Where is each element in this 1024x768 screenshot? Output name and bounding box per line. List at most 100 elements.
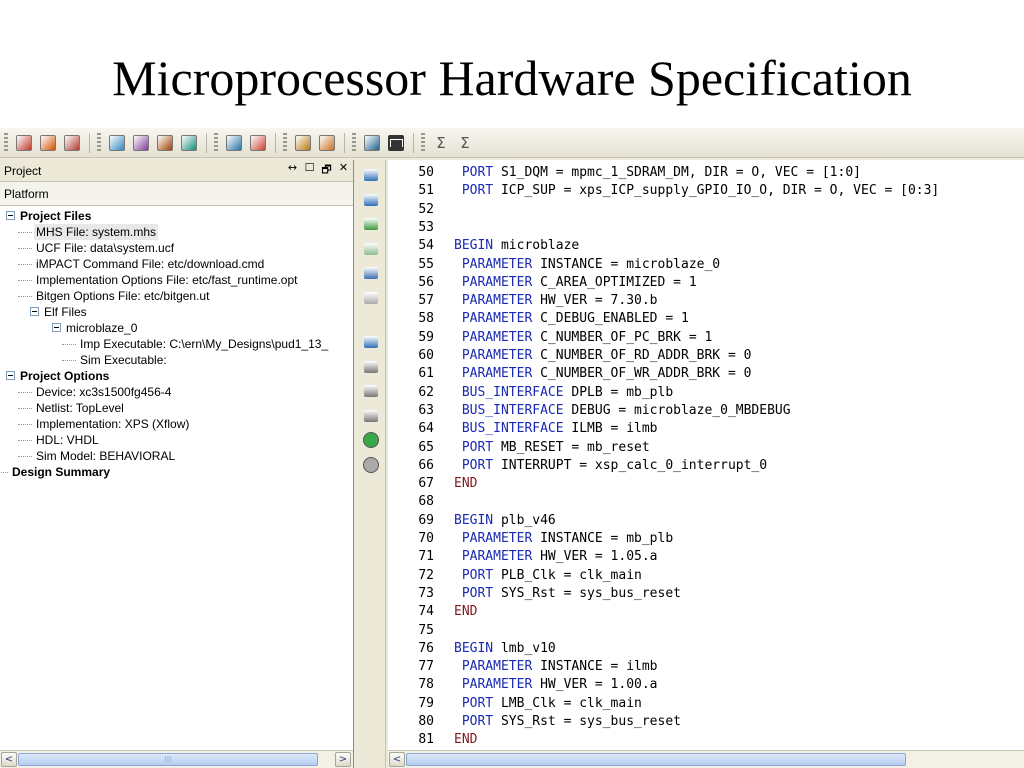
code-line[interactable]: 71 PARAMETER HW_VER = 1.05.a bbox=[388, 548, 1024, 566]
code-line[interactable]: 54 BEGIN microblaze bbox=[388, 237, 1024, 255]
toolbar-grip[interactable] bbox=[421, 132, 425, 153]
code-line[interactable]: 73 PORT SYS_Rst = sys_bus_reset bbox=[388, 585, 1024, 603]
uncomment-button[interactable] bbox=[362, 240, 380, 258]
code-editor[interactable]: 50 PORT S1_DQM = mpmc_1_SDRAM_DM, DIR = … bbox=[388, 160, 1024, 750]
sheet-button[interactable] bbox=[247, 132, 269, 154]
package-button[interactable] bbox=[292, 132, 314, 154]
tree-item[interactable]: Bitgen Options File: etc/bitgen.ut bbox=[0, 288, 353, 304]
collapse-icon[interactable] bbox=[6, 371, 15, 380]
tree-item[interactable]: Sim Executable: bbox=[0, 352, 353, 368]
back-arrow-button[interactable] bbox=[362, 431, 380, 449]
collapse-icon[interactable] bbox=[6, 211, 15, 220]
tree-item[interactable]: Imp Executable: C:\ern\My_Designs\pud1_1… bbox=[0, 336, 353, 352]
code-line[interactable]: 79 PORT LMB_Clk = clk_main bbox=[388, 695, 1024, 713]
tree-item[interactable]: iMPACT Command File: etc/download.cmd bbox=[0, 256, 353, 272]
bookmark-button[interactable] bbox=[362, 333, 380, 351]
toolbar-grip[interactable] bbox=[283, 132, 287, 153]
code-line[interactable]: 56 PARAMETER C_AREA_OPTIMIZED = 1 bbox=[388, 274, 1024, 292]
tool-2-button[interactable] bbox=[362, 382, 380, 400]
process-button[interactable] bbox=[178, 132, 200, 154]
diamond-button[interactable] bbox=[154, 132, 176, 154]
code-line[interactable]: 59 PARAMETER C_NUMBER_OF_PC_BRK = 1 bbox=[388, 329, 1024, 347]
indent-button[interactable] bbox=[362, 166, 380, 184]
collapse-icon[interactable] bbox=[30, 307, 39, 316]
code-line[interactable]: 66 PORT INTERRUPT = xsp_calc_0_interrupt… bbox=[388, 457, 1024, 475]
collapse-icon[interactable] bbox=[52, 323, 61, 332]
tree-item[interactable]: Sim Model: BEHAVIORAL bbox=[0, 448, 353, 464]
code-line[interactable]: 70 PARAMETER INSTANCE = mb_plb bbox=[388, 530, 1024, 548]
save-button[interactable] bbox=[61, 132, 83, 154]
close-panel-icon[interactable]: ✕ bbox=[338, 161, 349, 180]
code-line[interactable]: 77 PARAMETER INSTANCE = ilmb bbox=[388, 658, 1024, 676]
editor-scroll-left-button[interactable]: < bbox=[389, 752, 405, 767]
scroll-left-button[interactable]: < bbox=[1, 752, 17, 767]
package-2-button[interactable] bbox=[316, 132, 338, 154]
code-line[interactable]: 76 BEGIN lmb_v10 bbox=[388, 640, 1024, 658]
waveform-button[interactable] bbox=[385, 132, 407, 154]
toolbar-grip[interactable] bbox=[97, 132, 101, 153]
tree-item[interactable]: Implementation: XPS (Xflow) bbox=[0, 416, 353, 432]
tree-item[interactable]: microblaze_0 bbox=[0, 320, 353, 336]
code-line[interactable]: 72 PORT PLB_Clk = clk_main bbox=[388, 567, 1024, 585]
tool-1-button[interactable] bbox=[362, 358, 380, 376]
tool-3-button[interactable] bbox=[362, 407, 380, 425]
code-line[interactable]: 68 bbox=[388, 493, 1024, 511]
tree-item[interactable]: Project Files bbox=[0, 208, 353, 224]
editor-hscrollbar[interactable]: < bbox=[388, 750, 1024, 768]
sigma-button[interactable]: Σ bbox=[430, 132, 452, 154]
code-line[interactable]: 58 PARAMETER C_DEBUG_ENABLED = 1 bbox=[388, 310, 1024, 328]
network-icon bbox=[226, 134, 242, 151]
outdent-button[interactable] bbox=[362, 191, 380, 209]
code-line[interactable]: 50 PORT S1_DQM = mpmc_1_SDRAM_DM, DIR = … bbox=[388, 164, 1024, 182]
toolbar-grip[interactable] bbox=[214, 132, 218, 153]
check-sheet-button[interactable] bbox=[106, 132, 128, 154]
code-line[interactable]: 65 PORT MB_RESET = mb_reset bbox=[388, 439, 1024, 457]
tree-item[interactable]: Netlist: TopLevel bbox=[0, 400, 353, 416]
editor-scroll-thumb[interactable] bbox=[406, 753, 906, 766]
platform-tab[interactable]: Platform bbox=[0, 182, 353, 206]
sigma-2-button[interactable]: Σ bbox=[454, 132, 476, 154]
wrap-button[interactable] bbox=[362, 264, 380, 282]
code-line[interactable]: 57 PARAMETER HW_VER = 7.30.b bbox=[388, 292, 1024, 310]
code-line[interactable]: 62 BUS_INTERFACE DPLB = mb_plb bbox=[388, 384, 1024, 402]
code-line[interactable]: 80 PORT SYS_Rst = sys_bus_reset bbox=[388, 713, 1024, 731]
scroll-right-button[interactable]: > bbox=[335, 752, 351, 767]
gear-sheet-button[interactable] bbox=[130, 132, 152, 154]
code-line[interactable]: 78 PARAMETER HW_VER = 1.00.a bbox=[388, 676, 1024, 694]
code-line[interactable]: 74 END bbox=[388, 603, 1024, 621]
toolbar-grip[interactable] bbox=[4, 132, 8, 153]
schematic-button[interactable] bbox=[361, 132, 383, 154]
tree-item[interactable]: MHS File: system.mhs bbox=[0, 224, 353, 240]
code-line[interactable]: 53 bbox=[388, 219, 1024, 237]
code-line[interactable]: 67 END bbox=[388, 475, 1024, 493]
code-line[interactable]: 64 BUS_INTERFACE ILMB = ilmb bbox=[388, 420, 1024, 438]
tree-item[interactable]: Elf Files bbox=[0, 304, 353, 320]
tree-item[interactable]: Implementation Options File: etc/fast_ru… bbox=[0, 272, 353, 288]
code-line[interactable]: 52 bbox=[388, 201, 1024, 219]
toolbar-grip[interactable] bbox=[352, 132, 356, 153]
forward-arrow-button[interactable] bbox=[362, 456, 380, 474]
network-button[interactable] bbox=[223, 132, 245, 154]
tree-item[interactable]: HDL: VHDL bbox=[0, 432, 353, 448]
restore-panel-icon[interactable]: 🗗 bbox=[321, 161, 332, 180]
pencil-button[interactable] bbox=[13, 132, 35, 154]
code-line[interactable]: 51 PORT ICP_SUP = xps_ICP_supply_GPIO_IO… bbox=[388, 182, 1024, 200]
float-panel-icon[interactable]: ↔ bbox=[287, 161, 298, 180]
scroll-thumb[interactable]: III bbox=[18, 753, 318, 766]
tree-item[interactable]: Device: xc3s1500fg456-4 bbox=[0, 384, 353, 400]
code-line[interactable]: 55 PARAMETER INSTANCE = microblaze_0 bbox=[388, 256, 1024, 274]
code-line[interactable]: 61 PARAMETER C_NUMBER_OF_WR_ADDR_BRK = 0 bbox=[388, 365, 1024, 383]
code-line[interactable]: 69 BEGIN plb_v46 bbox=[388, 512, 1024, 530]
tree-item[interactable]: UCF File: data\system.ucf bbox=[0, 240, 353, 256]
code-line[interactable]: 81 END bbox=[388, 731, 1024, 749]
code-line[interactable]: 63 BUS_INTERFACE DEBUG = microblaze_0_MB… bbox=[388, 402, 1024, 420]
unwrap-button[interactable] bbox=[362, 289, 380, 307]
open-folder-button[interactable] bbox=[37, 132, 59, 154]
maximize-panel-icon[interactable]: ☐ bbox=[304, 161, 315, 180]
tree-item[interactable]: Project Options bbox=[0, 368, 353, 384]
code-line[interactable]: 60 PARAMETER C_NUMBER_OF_RD_ADDR_BRK = 0 bbox=[388, 347, 1024, 365]
comment-button[interactable] bbox=[362, 215, 380, 233]
tree-item[interactable]: Design Summary bbox=[0, 464, 353, 480]
project-hscrollbar[interactable]: < III > bbox=[0, 750, 353, 768]
code-line[interactable]: 75 bbox=[388, 622, 1024, 640]
